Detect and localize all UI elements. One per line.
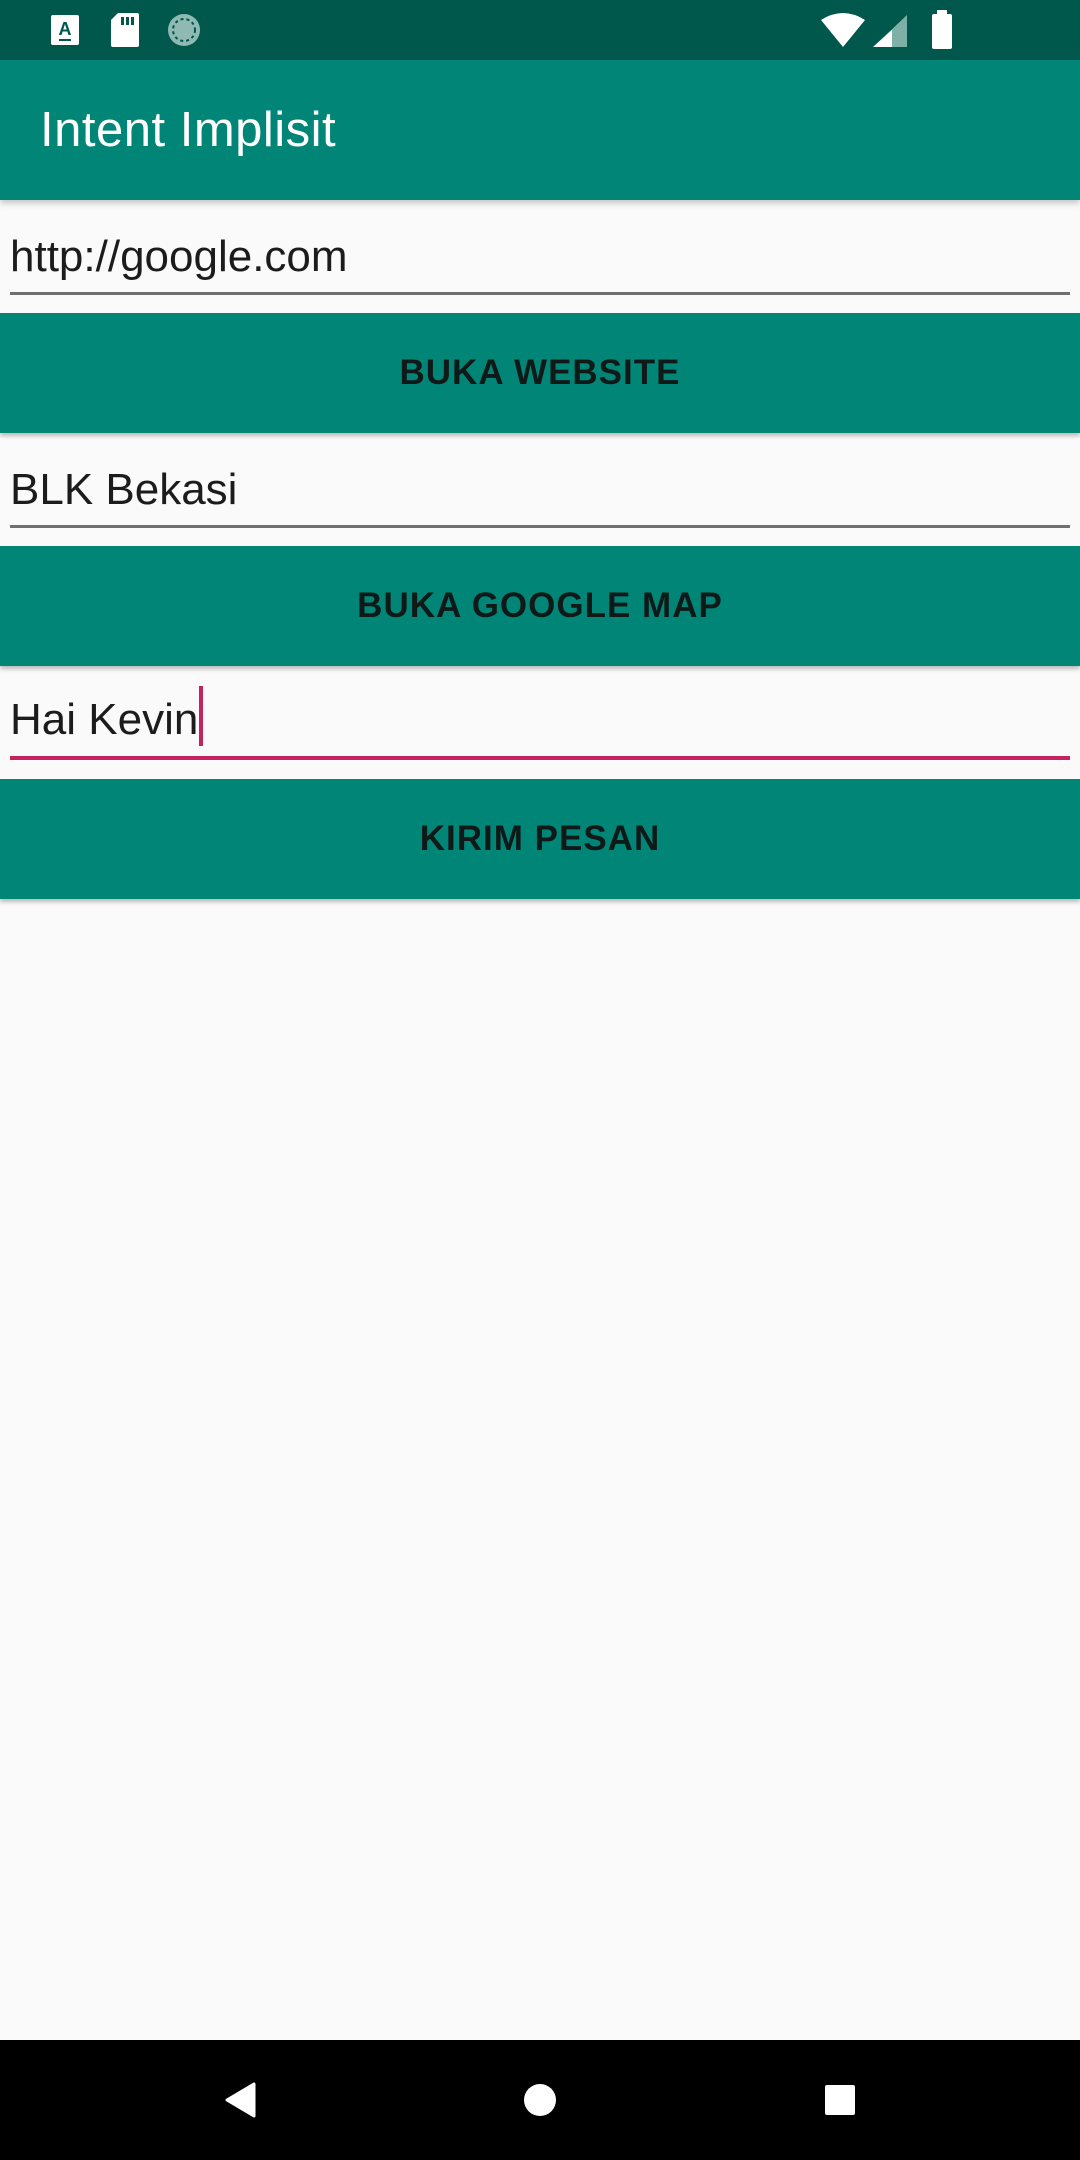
app-title: Intent Implisit [40,103,337,157]
location-input-value: BLK Bekasi [10,465,238,514]
cellular-signal-icon [872,14,908,48]
recents-icon[interactable] [824,2084,856,2116]
app-bar: Intent Implisit [0,60,1080,200]
sync-icon [166,12,202,48]
message-input-value: Hai Kevin [10,686,204,746]
a-keyboard-icon: A [50,14,80,46]
open-map-button[interactable]: BUKA GOOGLE MAP [0,546,1080,666]
open-website-button[interactable]: BUKA WEBSITE [0,313,1080,433]
navigation-bar [0,2040,1080,2160]
send-message-button[interactable]: KIRIM PESAN [0,779,1080,899]
battery-icon [930,10,954,50]
message-input[interactable]: Hai Kevin [10,670,1070,760]
back-icon[interactable] [224,2082,256,2118]
url-input[interactable]: http://google.com [10,205,1070,295]
message-text: Hai Kevin [10,695,199,744]
status-bar: A [0,0,1080,60]
text-cursor [199,686,204,746]
wifi-icon [820,12,866,48]
home-icon[interactable] [523,2083,557,2117]
sd-card-icon [110,12,140,48]
location-input[interactable]: BLK Bekasi [10,438,1070,528]
url-input-value: http://google.com [10,232,348,281]
svg-text:A: A [59,19,72,39]
